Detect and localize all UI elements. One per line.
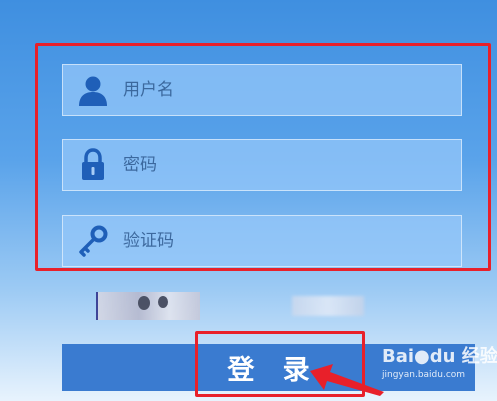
- captcha-glyph: [138, 296, 150, 310]
- watermark-logo: Bai●du 经验: [382, 346, 497, 367]
- key-icon: [63, 215, 123, 267]
- password-field[interactable]: [62, 139, 462, 191]
- captcha-glyph: [158, 296, 168, 308]
- user-icon: [63, 64, 123, 116]
- lock-icon: [63, 139, 123, 191]
- watermark-url: jingyan.baidu.com: [382, 370, 466, 380]
- watermark: Bai●du 经验 jingyan.baidu.com: [382, 340, 497, 388]
- captcha-refresh-link[interactable]: [292, 296, 364, 316]
- captcha-field[interactable]: [62, 215, 462, 267]
- captcha-input[interactable]: [123, 231, 443, 251]
- captcha-image[interactable]: [96, 292, 200, 320]
- password-input[interactable]: [123, 155, 443, 175]
- username-field[interactable]: [62, 64, 462, 116]
- username-input[interactable]: [123, 80, 443, 100]
- login-page: 登 录 Bai●du 经验 jingyan.baidu.com: [0, 0, 497, 401]
- arrow-annotation-icon: [310, 364, 384, 396]
